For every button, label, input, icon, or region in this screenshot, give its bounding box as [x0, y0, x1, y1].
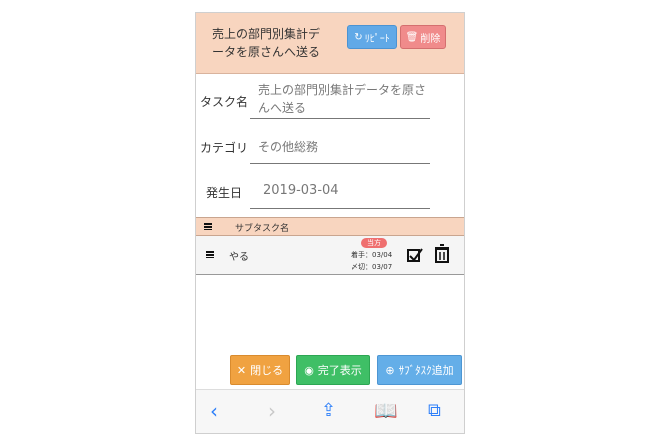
add-subtask-label: ｻﾌﾞﾀｽｸ追加: [398, 364, 454, 377]
task-title-line1: 売上の部門別集計デ: [212, 27, 321, 41]
due-date: 〆切：03/07: [351, 263, 393, 271]
drag-handle-icon[interactable]: [206, 251, 214, 258]
task-name-field[interactable]: 売上の部門別集計データを原さ んへ送る: [258, 81, 438, 117]
subtask-row[interactable]: やる 当方 着手：03/04 〆切：03/07: [196, 236, 464, 275]
tabs-icon[interactable]: ⧉: [428, 401, 441, 421]
mobile-screen: 売上の部門別集計デ ータを原さんへ送る ↻ ﾘﾋﾟｰﾄ 🗑 削除 タスク名 売上…: [195, 12, 465, 434]
subtask-header: サブタスク名: [196, 217, 464, 236]
category-underline: [250, 163, 430, 164]
close-button-label: 閉じる: [250, 364, 284, 377]
task-header: 売上の部門別集計デ ータを原さんへ送る ↻ ﾘﾋﾟｰﾄ 🗑 削除: [196, 13, 464, 74]
task-name-value-line1: 売上の部門別集計データを原さ: [258, 83, 427, 97]
start-date: 着手：03/04: [351, 251, 393, 259]
show-completed-button[interactable]: ◉ 完了表示: [296, 355, 370, 385]
task-title: 売上の部門別集計デ ータを原さんへ送る: [212, 25, 344, 61]
forward-icon[interactable]: ›: [268, 401, 276, 421]
bookmarks-icon[interactable]: 📖: [374, 401, 398, 421]
share-icon[interactable]: ⇪: [321, 401, 336, 421]
task-name-label: タスク名: [200, 95, 249, 109]
close-button[interactable]: ✕ 閉じる: [230, 355, 290, 385]
refresh-icon: ↻: [354, 31, 363, 43]
close-icon: ✕: [236, 363, 247, 377]
subtask-header-label: サブタスク名: [235, 224, 290, 234]
trash-icon: 🗑: [405, 31, 419, 43]
repeat-button[interactable]: ↻ ﾘﾋﾟｰﾄ: [347, 25, 397, 49]
plus-circle-icon: ⊕: [385, 363, 395, 377]
date-label: 発生日: [206, 186, 243, 200]
task-name-value-line2: んへ送る: [258, 101, 307, 115]
show-completed-label: 完了表示: [317, 364, 362, 377]
task-name-underline: [250, 118, 430, 119]
category-label: カテゴリ: [200, 141, 249, 155]
menu-icon: [204, 223, 212, 230]
date-field[interactable]: 2019-03-04: [263, 182, 383, 200]
back-icon[interactable]: ‹: [210, 401, 218, 421]
eye-icon: ◉: [304, 363, 314, 377]
add-subtask-button[interactable]: ⊕ ｻﾌﾞﾀｽｸ追加: [377, 355, 462, 385]
repeat-button-label: ﾘﾋﾟｰﾄ: [364, 33, 390, 45]
complete-check-icon[interactable]: [406, 246, 424, 264]
delete-subtask-icon[interactable]: [434, 244, 450, 264]
delete-button-label: 削除: [420, 33, 441, 45]
task-title-line2: ータを原さんへ送る: [212, 45, 321, 59]
status-badge: 当方: [361, 238, 387, 248]
delete-button[interactable]: 🗑 削除: [400, 25, 446, 49]
subtask-name: やる: [229, 252, 249, 263]
browser-toolbar: ‹ › ⇪ 📖 ⧉: [196, 389, 464, 433]
date-underline: [250, 208, 430, 209]
category-field[interactable]: その他総務: [258, 138, 418, 156]
